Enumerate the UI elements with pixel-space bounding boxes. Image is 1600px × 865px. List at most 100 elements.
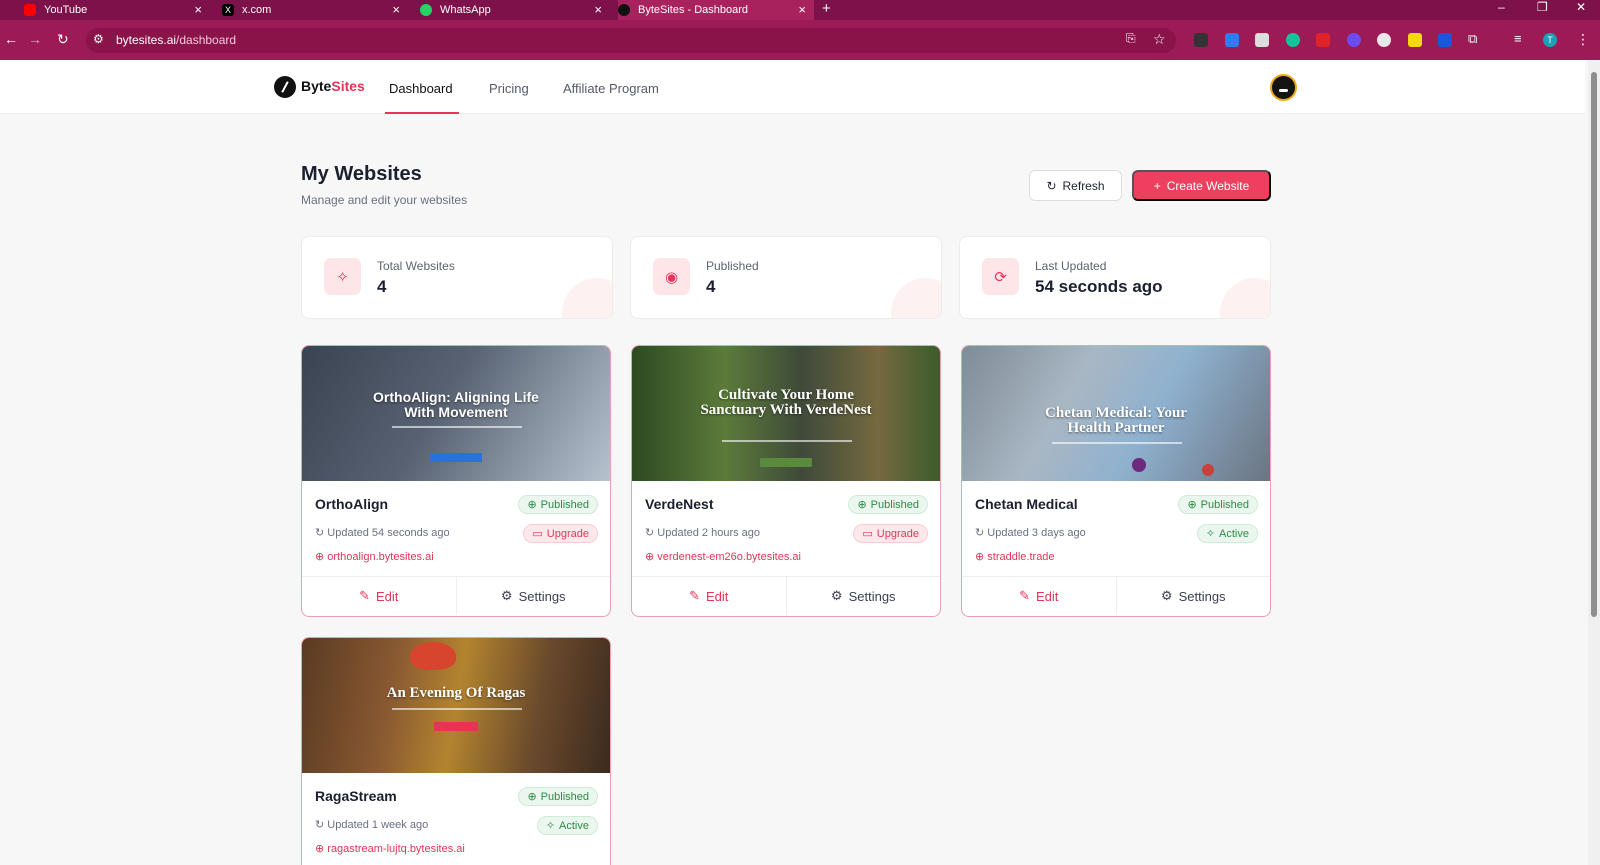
- reading-list-icon[interactable]: ≡: [1514, 31, 1522, 46]
- site-preview-image[interactable]: An Evening Of Ragas: [302, 638, 610, 773]
- site-domain-link[interactable]: ⊕ ragastream-lujtq.bytesites.ai: [315, 842, 465, 855]
- site-card-ragastream[interactable]: An Evening Of Ragas RagaStream ⊕ Publishe…: [301, 637, 611, 865]
- test-tube-decor: [1132, 458, 1146, 472]
- tab-whatsapp[interactable]: WhatsApp ×: [420, 0, 610, 20]
- extension-icon[interactable]: [1225, 33, 1239, 47]
- extension-icon[interactable]: [1438, 33, 1452, 47]
- restore-icon[interactable]: ❐: [1537, 0, 1548, 14]
- edit-label: Edit: [706, 588, 729, 604]
- site-preview-image[interactable]: OrthoAlign: Aligning Life With Movement: [302, 346, 610, 481]
- stat-value: 54 seconds ago: [1035, 277, 1163, 296]
- install-app-icon[interactable]: ⎘: [1126, 31, 1136, 46]
- minimize-icon[interactable]: –: [1498, 0, 1505, 14]
- status-badge: ⊕ Published: [1178, 495, 1258, 514]
- refresh-button[interactable]: ↻ Refresh: [1029, 170, 1122, 201]
- globe-icon: ⊕: [315, 843, 328, 855]
- profile-avatar[interactable]: T: [1543, 33, 1557, 47]
- clock-refresh-icon: ↻: [645, 527, 658, 539]
- extension-icon[interactable]: [1194, 33, 1208, 47]
- site-domain-link[interactable]: ⊕ orthoalign.bytesites.ai: [315, 550, 434, 563]
- extension-icon[interactable]: [1255, 33, 1269, 47]
- window-close-icon[interactable]: ✕: [1576, 0, 1586, 14]
- site-domain-link[interactable]: ⊕ verdenest-em26o.bytesites.ai: [645, 550, 801, 563]
- tab-bytesites[interactable]: ByteSites - Dashboard ×: [618, 0, 814, 20]
- nav-pricing[interactable]: Pricing: [489, 81, 529, 96]
- new-tab-icon[interactable]: +: [822, 0, 831, 18]
- stat-total-websites: ✧ Total Websites 4: [301, 236, 613, 319]
- address-bar[interactable]: [86, 28, 1176, 53]
- logo-main: Byte: [301, 78, 332, 94]
- status-label: Published: [1200, 498, 1249, 511]
- extension-icon[interactable]: [1286, 33, 1300, 47]
- scrollbar-thumb[interactable]: [1591, 72, 1597, 617]
- forward-icon[interactable]: →: [28, 31, 42, 47]
- create-website-button[interactable]: + Create Website: [1132, 170, 1271, 201]
- brand-logo[interactable]: ByteSites: [301, 78, 365, 94]
- extension-icon[interactable]: [1316, 33, 1330, 47]
- status-badge: ⊕ Published: [518, 787, 598, 806]
- site-info-icon[interactable]: ⚙: [93, 32, 104, 46]
- updated-label: Updated 1 week ago: [327, 819, 429, 831]
- site-card-verdenest[interactable]: Cultivate Your Home Sanctuary With Verde…: [631, 345, 941, 617]
- stat-value: 4: [377, 277, 387, 296]
- whatsapp-icon: [420, 4, 432, 16]
- plan-label: Active: [1219, 527, 1249, 540]
- nav-affiliate-program[interactable]: Affiliate Program: [563, 81, 659, 96]
- reload-icon[interactable]: ↻: [57, 31, 69, 48]
- edit-button[interactable]: ✎ Edit: [962, 577, 1117, 615]
- extensions-puzzle-icon[interactable]: ⧉: [1468, 31, 1477, 47]
- refresh-label: Refresh: [1062, 178, 1105, 193]
- status-label: Published: [540, 790, 589, 803]
- settings-button[interactable]: ⚙ Settings: [457, 577, 611, 615]
- settings-button[interactable]: ⚙ Settings: [787, 577, 941, 615]
- globe-icon: ⊕: [315, 551, 328, 563]
- browser-menu-icon[interactable]: ⋮: [1576, 31, 1590, 48]
- url-text[interactable]: bytesites.ai/dashboard: [116, 33, 236, 47]
- status-label: Published: [540, 498, 589, 511]
- nav-dashboard[interactable]: Dashboard: [389, 81, 453, 96]
- site-card-chetan-medical[interactable]: Chetan Medical: Your Health Partner Chet…: [961, 345, 1271, 617]
- user-avatar[interactable]: [1270, 74, 1297, 101]
- updated-label: Updated 3 days ago: [987, 527, 1086, 539]
- browser-toolbar: ← → ↻ ⚙ bytesites.ai/dashboard ⎘ ☆ ⧉ ≡ T…: [0, 20, 1600, 60]
- settings-button[interactable]: ⚙ Settings: [1117, 577, 1271, 615]
- bytesites-logo-icon[interactable]: [274, 76, 296, 98]
- upgrade-badge[interactable]: ▭ Upgrade: [853, 524, 928, 543]
- tab-x[interactable]: X x.com ×: [222, 0, 408, 20]
- tab-title: WhatsApp: [440, 4, 491, 16]
- gear-icon: ⚙: [1160, 588, 1173, 603]
- site-domain-link[interactable]: ⊕ straddle.trade: [975, 550, 1055, 563]
- edit-button[interactable]: ✎ Edit: [302, 577, 457, 615]
- upgrade-badge[interactable]: ▭ Upgrade: [523, 524, 598, 543]
- tab-title: YouTube: [44, 4, 88, 16]
- updated-label: Updated 2 hours ago: [657, 527, 761, 539]
- close-icon[interactable]: ×: [798, 2, 806, 17]
- preview-title: OrthoAlign: Aligning Life With Movement: [373, 389, 539, 420]
- app-header: [0, 60, 1585, 114]
- extension-icon[interactable]: [1408, 33, 1422, 47]
- site-preview-image[interactable]: Chetan Medical: Your Health Partner: [962, 346, 1270, 481]
- extension-icon[interactable]: [1347, 33, 1361, 47]
- site-card-orthoalign[interactable]: OrthoAlign: Aligning Life With Movement …: [301, 345, 611, 617]
- gear-icon: ⚙: [830, 588, 843, 603]
- preview-title: An Evening Of Ragas: [386, 685, 526, 701]
- close-icon[interactable]: ×: [594, 2, 602, 17]
- browser-tab-strip: YouTube × X x.com × WhatsApp × ByteSites…: [0, 0, 1600, 20]
- pencil-icon: ✎: [359, 588, 370, 603]
- bookmark-star-icon[interactable]: ☆: [1153, 31, 1166, 48]
- card-icon: ▭: [862, 528, 873, 540]
- preview-title: Cultivate Your Home Sanctuary With Verde…: [700, 387, 872, 418]
- back-icon[interactable]: ←: [4, 31, 18, 47]
- edit-button[interactable]: ✎ Edit: [632, 577, 787, 615]
- close-icon[interactable]: ×: [392, 2, 400, 17]
- extension-icon[interactable]: [1377, 33, 1391, 47]
- close-icon[interactable]: ×: [194, 2, 202, 17]
- page-scrollbar[interactable]: [1588, 60, 1600, 865]
- card-icon: ▭: [532, 528, 543, 540]
- site-preview-image[interactable]: Cultivate Your Home Sanctuary With Verde…: [632, 346, 940, 481]
- plan-label: Active: [559, 819, 589, 832]
- preview-cta: [430, 453, 482, 462]
- tab-youtube[interactable]: YouTube ×: [24, 0, 210, 20]
- preview-tagline: [1052, 442, 1182, 444]
- stat-label: Published: [706, 259, 759, 273]
